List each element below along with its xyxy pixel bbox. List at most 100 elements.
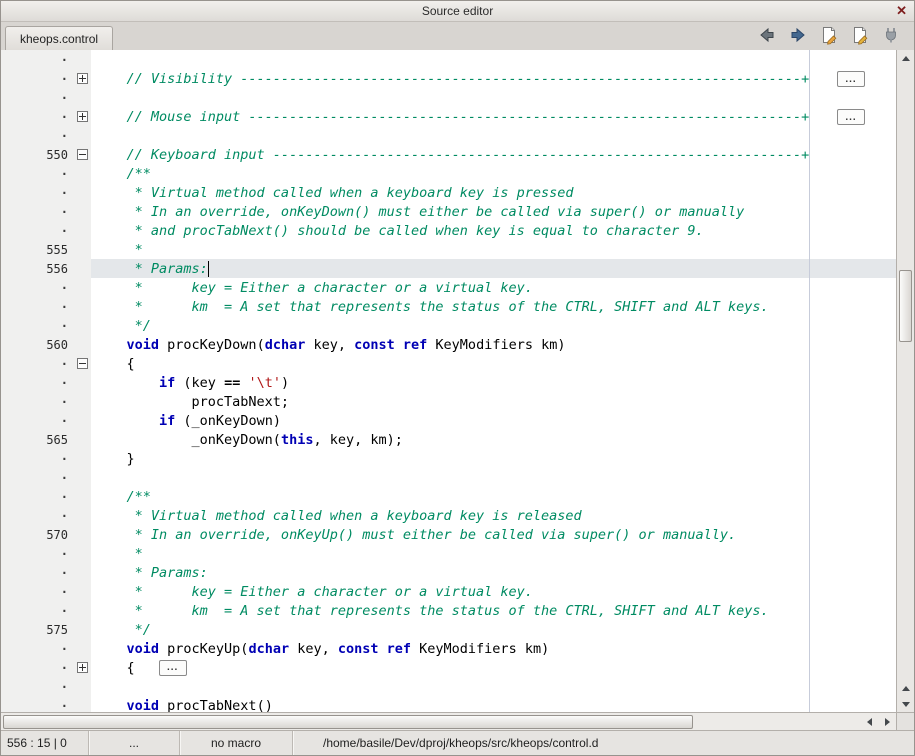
code-text: */ — [91, 620, 896, 639]
code-line[interactable]: 556 * Params: — [1, 259, 896, 278]
titlebar[interactable]: Source editor ✕ — [1, 1, 914, 22]
code-line[interactable]: 555 * — [1, 240, 896, 259]
horizontal-scrollbar[interactable] — [1, 712, 896, 730]
scroll-left-button[interactable] — [860, 713, 878, 730]
line-number: · — [1, 221, 73, 240]
line-number: · — [1, 107, 73, 126]
scroll-up-button-2[interactable] — [897, 680, 914, 696]
go-back-button[interactable] — [756, 24, 778, 46]
code-line[interactable]: 550 // Keyboard input ------------------… — [1, 145, 896, 164]
fold-marker-icon[interactable] — [77, 111, 88, 122]
fold-margin — [73, 639, 91, 658]
code-line[interactable]: · — [1, 677, 896, 696]
line-number: · — [1, 639, 73, 658]
fold-margin — [73, 449, 91, 468]
code-text: // Mouse input -------------------------… — [91, 107, 896, 126]
code-line[interactable]: 575 */ — [1, 620, 896, 639]
line-number: · — [1, 563, 73, 582]
tab-kheops-control[interactable]: kheops.control — [5, 26, 113, 50]
code-editor[interactable]: ·· // Visibility -----------------------… — [1, 50, 896, 712]
code-line[interactable]: 560 void procKeyDown(dchar key, const re… — [1, 335, 896, 354]
vertical-scrollbar[interactable] — [896, 50, 914, 712]
code-line[interactable]: · // Visibility ------------------------… — [1, 69, 896, 88]
line-number: · — [1, 354, 73, 373]
close-icon[interactable]: ✕ — [896, 3, 907, 19]
detach-icon — [882, 26, 900, 44]
up-arrow-icon — [902, 686, 910, 691]
document-action-button-1[interactable] — [818, 24, 840, 46]
code-text: * key = Either a character or a virtual … — [91, 278, 896, 297]
folded-region-box[interactable]: ... — [159, 660, 187, 676]
scroll-down-button[interactable] — [897, 696, 914, 712]
code-line[interactable]: · */ — [1, 316, 896, 335]
down-arrow-icon — [902, 702, 910, 707]
code-line[interactable]: · procTabNext; — [1, 392, 896, 411]
code-line[interactable]: · * In an override, onKeyDown() must eit… — [1, 202, 896, 221]
scroll-right-button[interactable] — [878, 713, 896, 730]
code-line[interactable]: · } — [1, 449, 896, 468]
code-line[interactable]: · if (key == '\t') — [1, 373, 896, 392]
code-text: procTabNext; — [91, 392, 896, 411]
code-text: // Visibility --------------------------… — [91, 69, 896, 88]
line-number: · — [1, 50, 73, 69]
code-line[interactable]: · * key = Either a character or a virtua… — [1, 278, 896, 297]
code-line[interactable]: · {... — [1, 658, 896, 677]
code-text — [91, 50, 896, 69]
code-text: if (key == '\t') — [91, 373, 896, 392]
fold-margin — [73, 126, 91, 145]
fold-margin — [73, 658, 91, 677]
code-line[interactable]: · * key = Either a character or a virtua… — [1, 582, 896, 601]
fold-margin — [73, 69, 91, 88]
fold-margin — [73, 335, 91, 354]
code-text: _onKeyDown(this, key, km); — [91, 430, 896, 449]
fold-margin — [73, 50, 91, 69]
line-number: 560 — [1, 335, 73, 354]
line-number: · — [1, 297, 73, 316]
line-number: · — [1, 677, 73, 696]
fold-margin — [73, 582, 91, 601]
fold-marker-icon[interactable] — [77, 73, 88, 84]
vertical-scrollbar-thumb[interactable] — [899, 270, 912, 342]
detach-button[interactable] — [880, 24, 902, 46]
code-line[interactable]: · * km = A set that represents the statu… — [1, 297, 896, 316]
folded-region-box[interactable]: ... — [837, 71, 865, 87]
code-line[interactable]: · — [1, 50, 896, 69]
code-text — [91, 126, 896, 145]
code-line[interactable]: 570 * In an override, onKeyUp() must eit… — [1, 525, 896, 544]
folded-region-box[interactable]: ... — [837, 109, 865, 125]
fold-margin — [73, 297, 91, 316]
code-text: * In an override, onKeyUp() must either … — [91, 525, 896, 544]
horizontal-scrollbar-thumb[interactable] — [3, 715, 693, 729]
code-text: * Params: — [91, 563, 896, 582]
code-line[interactable]: · * Virtual method called when a keyboar… — [1, 183, 896, 202]
code-text: * km = A set that represents the status … — [91, 601, 896, 620]
line-number: · — [1, 164, 73, 183]
document-action-button-2[interactable] — [849, 24, 871, 46]
fold-marker-icon[interactable] — [77, 358, 88, 369]
fold-marker-icon[interactable] — [77, 662, 88, 673]
fold-margin — [73, 392, 91, 411]
code-line[interactable]: · if (_onKeyDown) — [1, 411, 896, 430]
code-line[interactable]: · * — [1, 544, 896, 563]
code-line[interactable]: 565 _onKeyDown(this, key, km); — [1, 430, 896, 449]
code-line[interactable]: · — [1, 468, 896, 487]
code-line[interactable]: · * km = A set that represents the statu… — [1, 601, 896, 620]
code-line[interactable]: · /** — [1, 164, 896, 183]
code-line[interactable]: · void procTabNext() — [1, 696, 896, 712]
fold-margin — [73, 430, 91, 449]
code-line[interactable]: · * Virtual method called when a keyboar… — [1, 506, 896, 525]
scroll-up-button[interactable] — [897, 50, 914, 66]
code-line[interactable]: · * and procTabNext() should be called w… — [1, 221, 896, 240]
code-line[interactable]: · // Mouse input -----------------------… — [1, 107, 896, 126]
code-line[interactable]: · /** — [1, 487, 896, 506]
code-line[interactable]: · void procKeyUp(dchar key, const ref Ke… — [1, 639, 896, 658]
fold-marker-icon[interactable] — [77, 149, 88, 160]
code-line[interactable]: · { — [1, 354, 896, 373]
code-line[interactable]: · — [1, 126, 896, 145]
fold-margin — [73, 487, 91, 506]
go-forward-button[interactable] — [787, 24, 809, 46]
code-text: * — [91, 544, 896, 563]
code-line[interactable]: · — [1, 88, 896, 107]
code-line[interactable]: · * Params: — [1, 563, 896, 582]
code-text: * km = A set that represents the status … — [91, 297, 896, 316]
